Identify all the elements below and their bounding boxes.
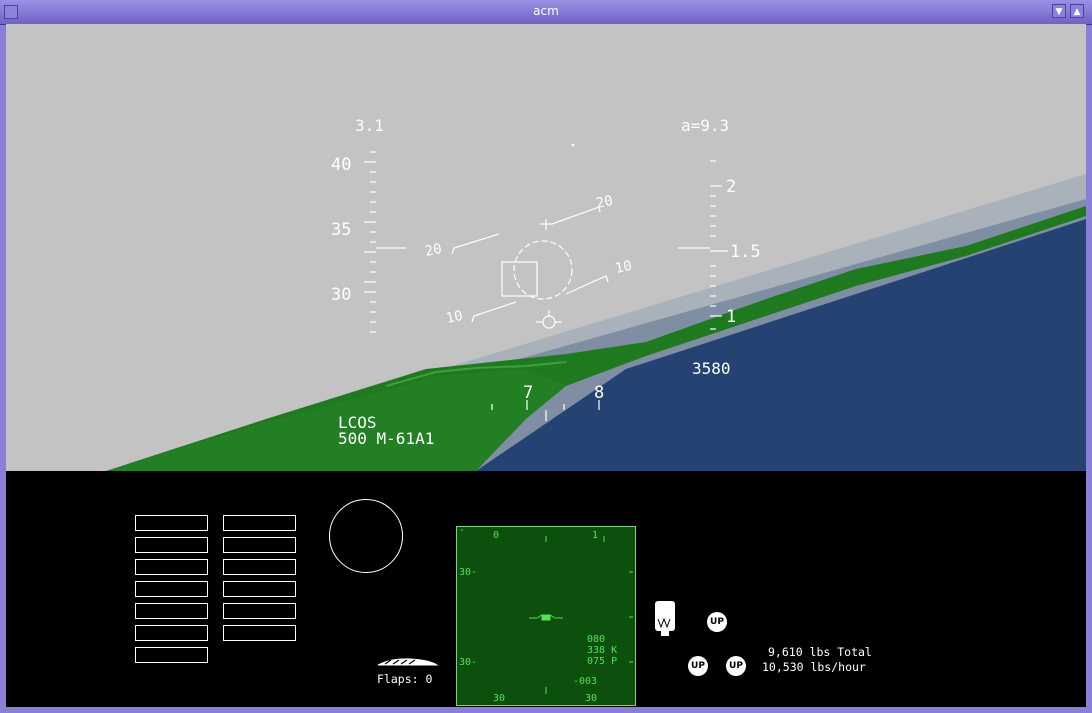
annunciator-box (223, 559, 296, 575)
gear-right-label: UP (729, 661, 743, 671)
altitude-readout: 3580 (692, 359, 731, 378)
annunciator-box (135, 603, 208, 619)
title-bar[interactable]: acm ▼ ▲ (0, 0, 1092, 25)
radar-scale-right: 30 (585, 693, 598, 704)
gear-right-indicator: UP (726, 656, 746, 676)
radar-readout-speed: 338 K (587, 645, 618, 656)
annunciator-box (223, 581, 296, 597)
heading-tick-7: 7 (523, 383, 533, 403)
flaps-icon (377, 658, 439, 666)
pitch-label-20-left: 20 (423, 241, 443, 260)
annunciator-box (223, 515, 296, 531)
gear-left-label: UP (691, 661, 705, 671)
speed-tick-35: 35 (331, 220, 351, 240)
radar-display: 0 1 30- 30- 080 338 K 075 P -003 30 30 (456, 526, 636, 706)
fuel-total: 9,610 lbs Total (768, 645, 872, 659)
window-title: acm (533, 4, 559, 18)
annunciator-box (135, 515, 208, 531)
radar-scale-left: 30 (493, 693, 506, 704)
weapon-stores: 500 M-61A1 (338, 429, 434, 448)
out-the-window-view: 3.1 a=9.3 40 35 30 2 1.5 1 3580 20 20 10… (6, 24, 1086, 471)
gear-left-indicator: UP (688, 656, 708, 676)
heading-tick-8: 8 (594, 383, 604, 403)
pitch-label-10-left: 10 (444, 308, 464, 327)
alt-tick-1-5: 1.5 (730, 242, 761, 262)
annunciator-box (223, 537, 296, 553)
application-window: acm ▼ ▲ 3.1 a=9.3 40 35 30 2 1.5 1 3580 … (0, 0, 1092, 713)
annunciator-box (223, 603, 296, 619)
maximize-icon[interactable]: ▲ (1070, 4, 1084, 18)
minimize-icon[interactable]: ▼ (1052, 4, 1066, 18)
alpha-readout: a=9.3 (681, 116, 729, 135)
radar-azimuth-right: 1 (592, 530, 599, 541)
annunciator-box (135, 581, 208, 597)
instrument-panel: Flaps: 0 0 1 30- 30- 080 338 K 075 P -00… (6, 471, 1086, 707)
radar-readout-vs: -003 (573, 676, 598, 687)
pitch-label-10-right: 10 (614, 258, 634, 277)
g-load-readout: 3.1 (355, 116, 384, 135)
annunciator-box (223, 625, 296, 641)
radar-readout-power: 075 P (587, 656, 618, 667)
radar-range-lower: 30- (459, 657, 478, 668)
flaps-readout: Flaps: 0 (377, 672, 433, 686)
speed-tick-40: 40 (331, 155, 351, 175)
fuel-flow: 10,530 lbs/hour (762, 660, 866, 674)
annunciator-box (135, 537, 208, 553)
radar-readout-heading: 080 (587, 634, 606, 645)
attitude-indicator (329, 499, 403, 573)
annunciator-box (135, 647, 208, 663)
gear-nose-label: UP (710, 617, 724, 627)
pitch-label-20-right: 20 (595, 193, 615, 212)
radar-range-upper: 30- (459, 567, 478, 578)
speed-tick-30: 30 (331, 285, 351, 305)
alt-tick-1: 1 (726, 307, 736, 327)
annunciator-box (135, 625, 208, 641)
speedbrake-icon (655, 601, 675, 636)
radar-azimuth-left: 0 (493, 530, 500, 541)
alt-tick-2: 2 (726, 177, 736, 197)
gear-nose-indicator: UP (707, 612, 727, 632)
annunciator-box (135, 559, 208, 575)
